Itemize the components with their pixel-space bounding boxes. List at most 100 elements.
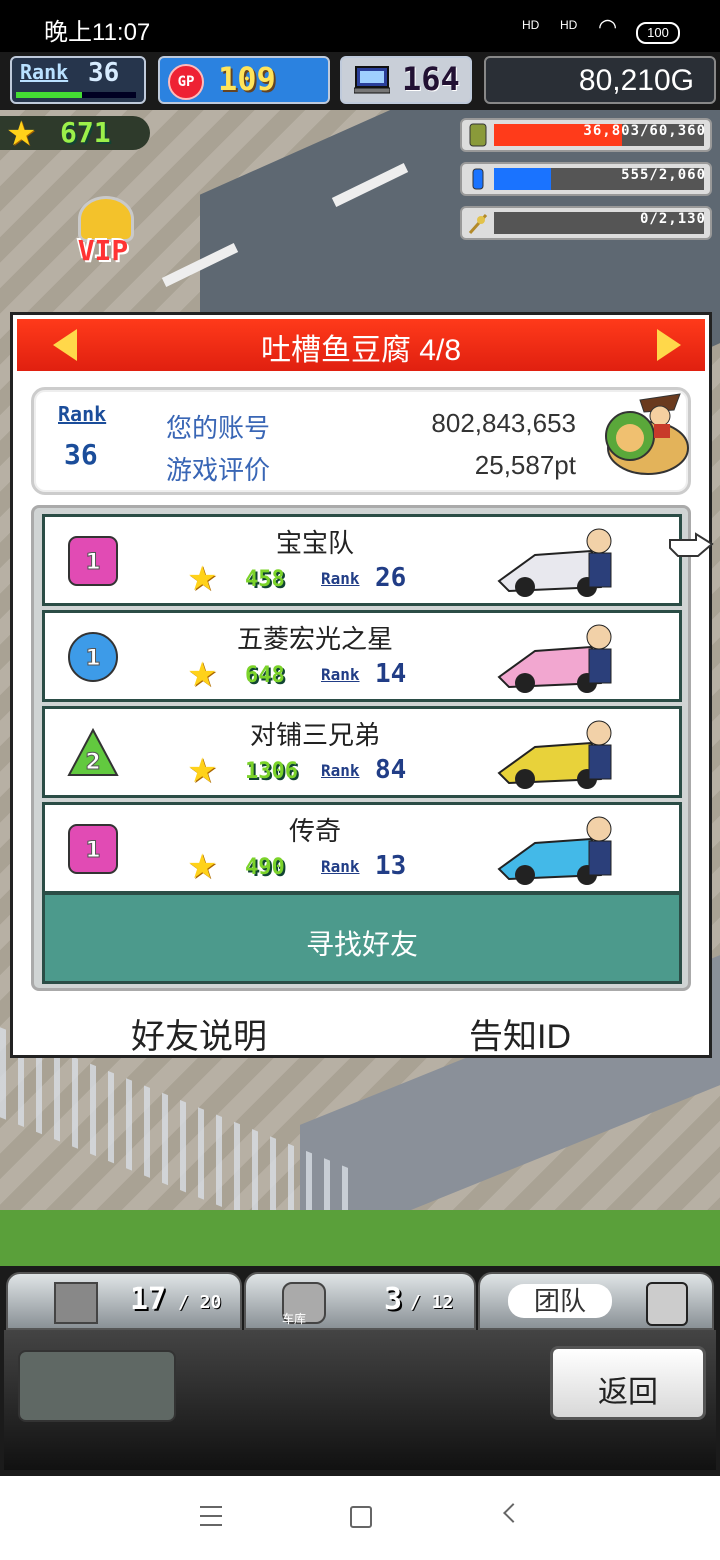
driver-head xyxy=(586,624,612,650)
tab-garage[interactable]: 车库 3 / 12 xyxy=(244,1272,476,1330)
rank-value: 36 xyxy=(88,58,120,88)
team-badge-icon: 1 xyxy=(68,536,118,586)
money-box: 80,210G xyxy=(484,56,716,104)
driver-head xyxy=(586,720,612,746)
driver-head xyxy=(586,816,612,842)
friend-star-count: 648 xyxy=(245,663,285,688)
friend-row[interactable]: 1 宝宝队 ★ 458 Rank 26 xyxy=(42,514,682,606)
account-rank-label: Rank xyxy=(58,402,107,426)
star-icon: ★ xyxy=(187,848,218,886)
gp-box[interactable]: GP 109 xyxy=(158,56,330,104)
battery-icon: 100 xyxy=(636,22,680,44)
account-card: Rank 36 您的账号 游戏评价 802,843,653 25,587pt xyxy=(31,387,691,495)
vip-badge[interactable]: VIP xyxy=(60,196,146,276)
vip-label: VIP xyxy=(77,234,129,267)
hand-pointer-icon xyxy=(669,532,714,557)
friends-dialog: 吐槽鱼豆腐 4/8 Rank 36 您的账号 游戏评价 802,843,653 … xyxy=(10,312,712,1058)
friend-name: 对铺三兄弟 xyxy=(249,720,380,750)
star-icon: ★ xyxy=(187,752,218,790)
inventory-max: / 20 xyxy=(178,1292,222,1313)
account-id-value: 802,843,653 xyxy=(431,408,576,438)
friend-rank-label: Rank xyxy=(321,569,360,588)
empty-slot xyxy=(18,1350,176,1422)
star-icon: ★ xyxy=(187,656,218,694)
team-label: 团队 xyxy=(508,1284,612,1318)
resource-text: 36,803/60,360 xyxy=(583,123,706,139)
star-icon: ★ xyxy=(6,115,37,153)
friend-row[interactable]: 2 对铺三兄弟 ★ 1306 Rank 84 xyxy=(42,706,682,798)
friend-rank-label: Rank xyxy=(321,761,360,780)
system-nav-bar xyxy=(0,1476,720,1560)
race-car-icon xyxy=(497,528,612,597)
barrel-icon xyxy=(469,123,487,147)
lion-mascot-avatar xyxy=(605,393,689,475)
gp-value: 109 xyxy=(218,60,276,98)
friends-list: 1 宝宝队 ★ 458 Rank 26 1 五菱宏光之星 ★ 648 Rank … xyxy=(31,505,691,991)
find-friend-label: 寻找好友 xyxy=(305,929,418,960)
friend-rank-value: 13 xyxy=(375,851,407,881)
rank-progress-bar xyxy=(16,92,136,98)
rank-progress-fill xyxy=(16,92,82,98)
badge-level: 1 xyxy=(85,646,100,671)
friend-star-count: 458 xyxy=(245,567,285,592)
bottle-icon xyxy=(472,168,484,190)
crate-icon xyxy=(54,1282,98,1324)
tab-inventory[interactable]: 17 / 20 xyxy=(6,1272,242,1330)
garage-count: 3 xyxy=(384,1282,403,1317)
race-car-icon xyxy=(497,624,612,693)
garage-label: 车库 xyxy=(282,1312,307,1326)
back-label: 返回 xyxy=(598,1376,658,1409)
game-rating-label: 游戏评价 xyxy=(166,455,271,485)
friend-help-button[interactable]: 好友说明 xyxy=(131,1009,267,1058)
team-badge-icon: 1 xyxy=(68,632,118,682)
resource-bar-oil: 555/2,060 xyxy=(460,162,712,196)
back-icon[interactable] xyxy=(503,1503,523,1523)
friend-rank-value: 84 xyxy=(375,755,407,785)
tell-id-button[interactable]: 告知ID xyxy=(469,1009,571,1058)
top-hud: Rank 36 GP 109 164 80,210G xyxy=(0,52,720,110)
back-button[interactable]: 返回 xyxy=(550,1346,706,1420)
resource-text: 0/2,130 xyxy=(639,211,706,227)
friend-rank-value: 14 xyxy=(375,659,407,689)
home-icon[interactable] xyxy=(350,1506,372,1528)
friend-row[interactable]: 1 五菱宏光之星 ★ 648 Rank 14 xyxy=(42,610,682,702)
team-badge-icon: 2 xyxy=(67,727,119,776)
driver-face-icon xyxy=(646,1282,688,1326)
find-friend-button[interactable]: 寻找好友 xyxy=(42,892,682,984)
computer-icon xyxy=(354,66,390,94)
friend-rank-label: Rank xyxy=(321,665,360,684)
research-value: 164 xyxy=(402,60,460,98)
score-value: 671 xyxy=(60,116,111,149)
next-page-arrow-icon[interactable] xyxy=(657,329,681,361)
resource-text: 555/2,060 xyxy=(621,167,706,183)
resource-fill xyxy=(494,168,551,190)
tab-team[interactable]: 团队 xyxy=(478,1272,714,1330)
gp-icon: GP xyxy=(168,64,204,100)
friend-name: 五菱宏光之星 xyxy=(236,624,393,654)
star-icon: ★ xyxy=(187,560,218,598)
car-wheel xyxy=(515,577,535,597)
status-bar: 晚上11:07 HD HD ◠ 100 xyxy=(0,0,720,52)
car-wheel xyxy=(515,673,535,693)
dialog-header: 吐槽鱼豆腐 4/8 xyxy=(17,319,705,371)
resource-bar-wheat: 0/2,130 xyxy=(460,206,712,240)
driver-body xyxy=(588,552,612,588)
team-badge-icon: 1 xyxy=(68,824,118,874)
research-box[interactable]: 164 xyxy=(340,56,472,104)
friend-rank-label: Rank xyxy=(321,857,360,876)
driver-body xyxy=(588,648,612,684)
rank-label: Rank xyxy=(20,60,69,84)
garage-max: / 12 xyxy=(410,1292,454,1313)
car-wheel xyxy=(515,865,535,885)
race-car-icon xyxy=(497,816,612,885)
badge-level: 2 xyxy=(85,750,100,775)
race-car-icon xyxy=(497,720,612,789)
friend-star-count: 490 xyxy=(245,855,285,880)
driver-body xyxy=(588,744,612,780)
wifi-icon: ◠ xyxy=(598,14,618,39)
menu-icon[interactable] xyxy=(200,1506,222,1526)
friend-row[interactable]: 1 传奇 ★ 490 Rank 13 xyxy=(42,802,682,894)
badge-level: 1 xyxy=(85,838,100,863)
player-rank-box[interactable]: Rank 36 xyxy=(10,56,146,104)
wheat-icon xyxy=(468,214,488,234)
